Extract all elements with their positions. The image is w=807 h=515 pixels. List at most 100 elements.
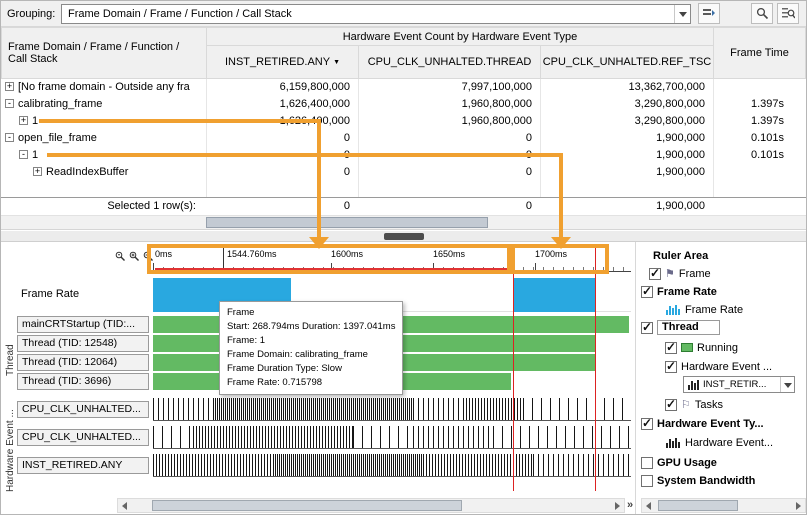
- pane-splitter[interactable]: [1, 231, 806, 242]
- checkbox-unchecked-icon[interactable]: [641, 457, 653, 469]
- frame-rate-row-label: Frame Rate: [21, 288, 79, 300]
- table-row[interactable]: +1 1,626,400,000 1,960,800,000 3,290,800…: [1, 113, 806, 130]
- cell-frame-time: 1.397s: [713, 96, 806, 113]
- collapse-icon[interactable]: -: [5, 99, 14, 108]
- table-row[interactable]: -calibrating_frame 1,626,400,000 1,960,8…: [1, 96, 806, 113]
- table-row[interactable]: +ReadIndexBuffer 0 0 1,900,000: [1, 164, 806, 181]
- cell-inst: 1,626,400,000: [206, 96, 358, 113]
- scrollbar-thumb[interactable]: [206, 217, 488, 228]
- checkbox-unchecked-icon[interactable]: [641, 475, 653, 487]
- scroll-left-icon[interactable]: [646, 502, 651, 510]
- search-button[interactable]: [751, 3, 773, 24]
- checkbox-checked-icon[interactable]: [665, 399, 677, 411]
- cell-clk-ref: 1,900,000: [540, 130, 713, 147]
- column-header-clk-thread[interactable]: CPU_CLK_UNHALTED.THREAD: [358, 45, 541, 79]
- cell-clk-ref: 3,290,800,000: [540, 113, 713, 130]
- selection-summary-row: Selected 1 row(s): 0 0 1,900,000: [1, 197, 806, 214]
- ruler-tick: 1600ms: [331, 249, 363, 259]
- tooltip-title: Frame: [227, 306, 395, 320]
- hw-event-row-label[interactable]: INST_RETIRED.ANY: [17, 457, 149, 474]
- table-row[interactable]: -1 0 0 1,900,000 0.101s: [1, 147, 806, 164]
- thread-axis-label: Thread: [5, 344, 16, 376]
- checkbox-checked-icon[interactable]: [641, 286, 653, 298]
- chevron-down-icon[interactable]: [780, 377, 794, 392]
- chevron-down-icon[interactable]: [674, 5, 690, 23]
- expand-icon[interactable]: +: [33, 167, 42, 176]
- thread-checkbox-row[interactable]: Thread: [641, 320, 720, 335]
- cell-inst: 6,159,800,000: [206, 79, 358, 96]
- cell-clk-ref: 13,362,700,000: [540, 79, 713, 96]
- cell-inst: 1,626,400,000: [206, 113, 358, 130]
- hw-event-tick-chart[interactable]: [153, 454, 631, 477]
- scrollbar-thumb[interactable]: [658, 500, 738, 511]
- panel-divider: [635, 242, 636, 514]
- collapse-icon[interactable]: -: [19, 150, 28, 159]
- hw-event-tick-chart[interactable]: [153, 426, 631, 449]
- cell-frame-time: [713, 79, 806, 96]
- scroll-right-icon[interactable]: [615, 502, 620, 510]
- thread-row-label[interactable]: mainCRTStartup (TID:...: [17, 316, 149, 333]
- table-row[interactable]: -open_file_frame 0 0 1,900,000 0.101s: [1, 130, 806, 147]
- checkbox-checked-icon[interactable]: [665, 342, 677, 354]
- cell-frame-time: [713, 164, 806, 181]
- expand-icon[interactable]: +: [19, 116, 28, 125]
- black-histogram-icon: [665, 437, 681, 448]
- column-header-callstack[interactable]: Frame Domain / Frame / Function / Call S…: [1, 27, 207, 79]
- cell-clk-thread: 0: [358, 147, 540, 164]
- thread-row-label[interactable]: Thread (TID: 12548): [17, 335, 149, 352]
- frame-rate-checkbox-row[interactable]: Frame Rate: [641, 284, 717, 299]
- thread-row-label[interactable]: Thread (TID: 3696): [17, 373, 149, 390]
- hw-event-row-label[interactable]: CPU_CLK_UNHALTED...: [17, 429, 149, 446]
- scroll-right-icon[interactable]: [796, 502, 801, 510]
- grouping-label: Grouping:: [7, 8, 55, 20]
- thread-row-label[interactable]: Thread (TID: 12064): [17, 354, 149, 371]
- system-bandwidth-checkbox-row[interactable]: System Bandwidth: [641, 473, 755, 488]
- column-header-inst-retired[interactable]: INST_RETIRED.ANY ▼: [206, 45, 359, 79]
- collapse-icon[interactable]: -: [5, 133, 14, 142]
- ruler-tick: 1700ms: [535, 249, 567, 259]
- search-icon: [756, 7, 769, 20]
- zoom-in-icon[interactable]: [129, 251, 140, 265]
- zoom-undo-icon[interactable]: [115, 251, 126, 265]
- hardware-event-checkbox-row[interactable]: Hardware Event ...: [665, 359, 772, 374]
- expand-more-icon[interactable]: »: [627, 499, 633, 511]
- cell-frame-time: 0.101s: [713, 130, 806, 147]
- blue-histogram-icon: [665, 304, 681, 315]
- customize-grouping-button[interactable]: [698, 3, 720, 24]
- hardware-event-select[interactable]: INST_RETIR...: [683, 376, 795, 393]
- grouping-dropdown[interactable]: Frame Domain / Frame / Function / Call S…: [61, 4, 691, 24]
- gpu-usage-checkbox-row[interactable]: GPU Usage: [641, 455, 717, 470]
- scrollbar-thumb[interactable]: [152, 500, 462, 511]
- cell-inst: 0: [206, 130, 358, 147]
- ruler-tick: 1650ms: [433, 249, 465, 259]
- checkbox-checked-icon[interactable]: [649, 268, 661, 280]
- ruler-area-header: Ruler Area: [653, 248, 708, 263]
- row-label: 1: [32, 149, 38, 161]
- timeline-horizontal-scrollbar[interactable]: [117, 498, 625, 513]
- summary-label: Selected 1 row(s):: [1, 198, 206, 215]
- frame-tooltip: Frame Start: 268.794ms Duration: 1397.04…: [219, 301, 403, 395]
- hw-event-row-label[interactable]: CPU_CLK_UNHALTED...: [17, 401, 149, 418]
- hardware-event-type-checkbox-row[interactable]: Hardware Event Ty...: [641, 416, 764, 431]
- table-row[interactable]: +[No frame domain - Outside any fra 6,15…: [1, 79, 806, 96]
- grid-horizontal-scrollbar[interactable]: [1, 215, 806, 230]
- checkbox-checked-icon[interactable]: [641, 322, 653, 334]
- expand-icon[interactable]: +: [5, 82, 14, 91]
- checkbox-checked-icon[interactable]: [641, 418, 653, 430]
- black-histogram-icon: [687, 380, 700, 390]
- frame-checkbox-row[interactable]: ⚑ Frame: [649, 266, 711, 281]
- splitter-handle-icon[interactable]: [384, 233, 424, 240]
- sort-descending-icon: ▼: [333, 59, 340, 66]
- tasks-checkbox-row[interactable]: ⚐ Tasks: [665, 397, 723, 412]
- running-checkbox-row[interactable]: Running: [665, 340, 738, 355]
- checkbox-checked-icon[interactable]: [665, 361, 677, 373]
- hw-event-tick-chart[interactable]: [153, 398, 631, 421]
- column-header-clk-ref-tsc[interactable]: CPU_CLK_UNHALTED.REF_TSC: [540, 45, 714, 79]
- row-filter-button[interactable]: [777, 3, 799, 24]
- panel-horizontal-scrollbar[interactable]: [641, 498, 806, 513]
- scroll-left-icon[interactable]: [122, 502, 127, 510]
- cell-inst: 0: [206, 164, 358, 181]
- timeline-ruler[interactable]: 0ms 1544.760ms 1600ms 1650ms 1700ms: [153, 247, 631, 272]
- column-header-frame-time[interactable]: Frame Time: [713, 27, 806, 79]
- row-filter-icon: [782, 7, 795, 20]
